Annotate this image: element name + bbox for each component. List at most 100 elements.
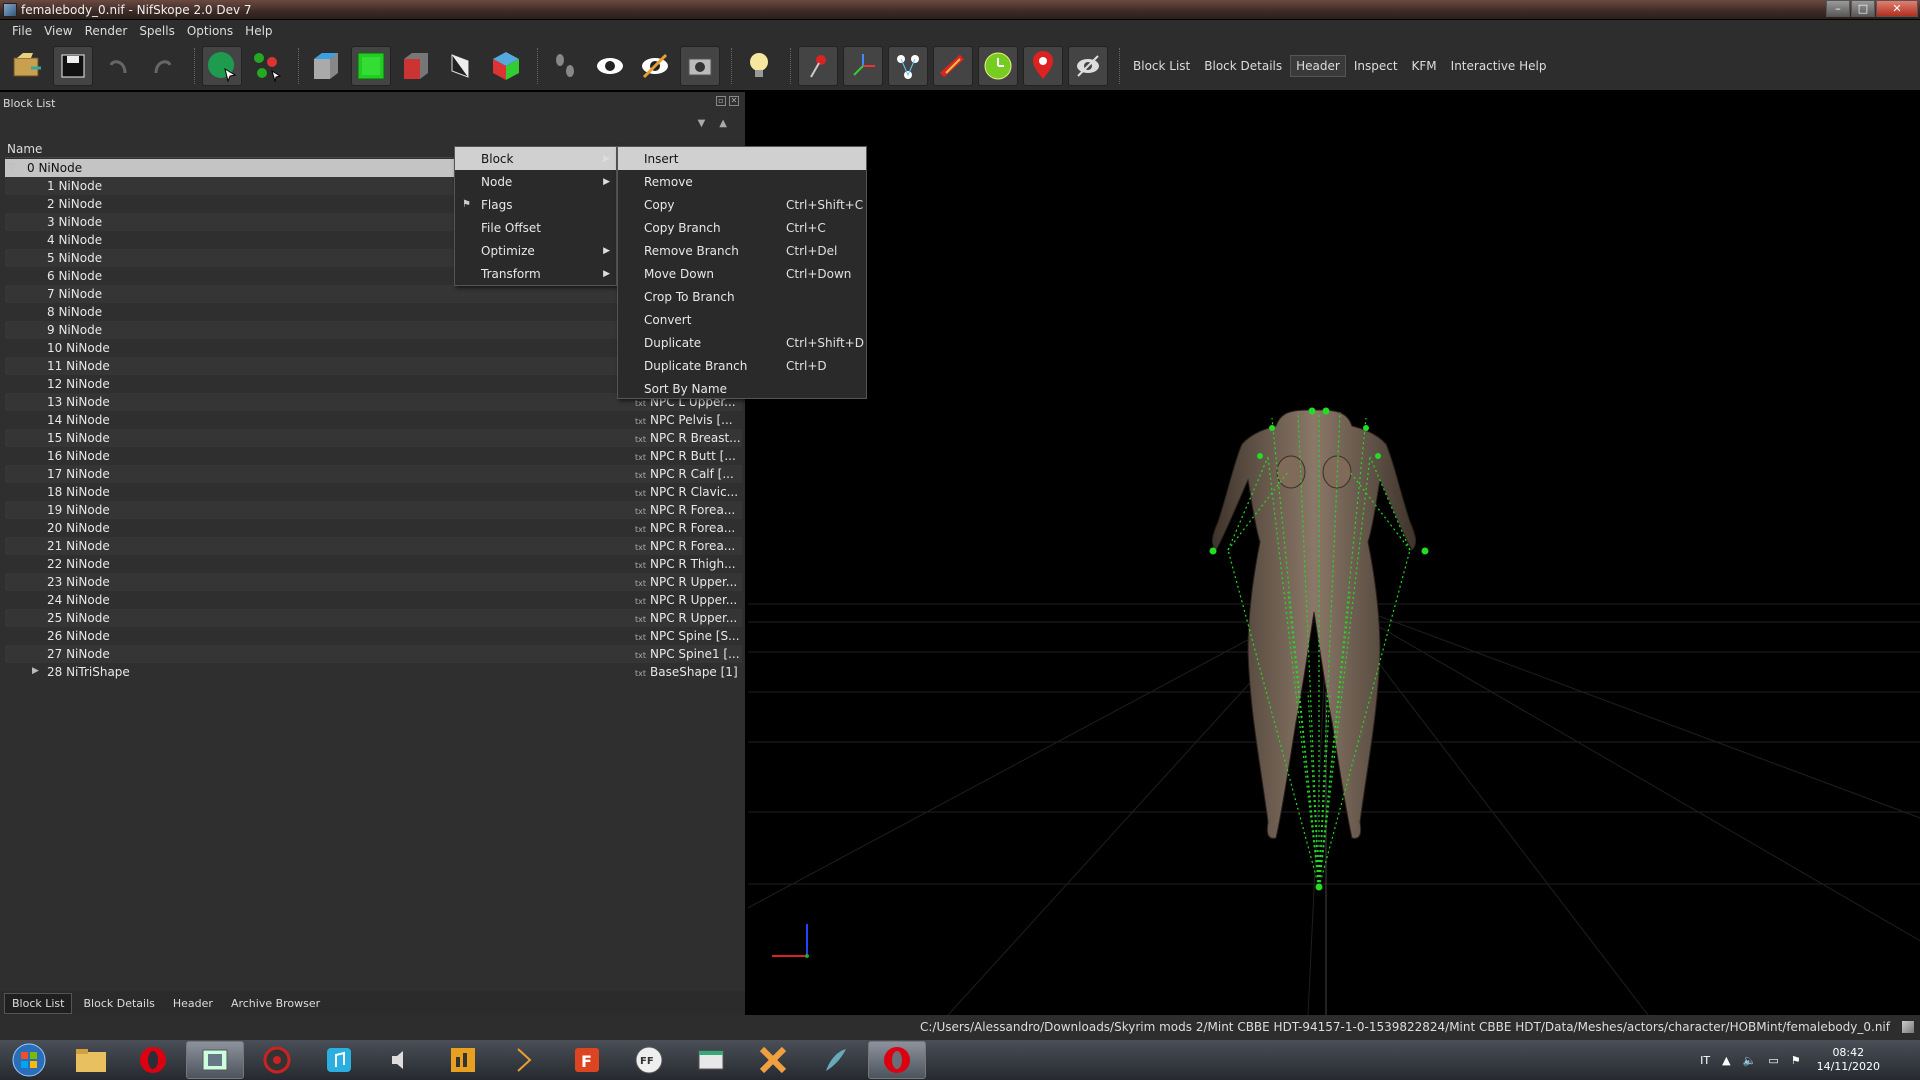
submenu-item-move-down[interactable]: Move Down Ctrl+Down [618, 262, 866, 285]
tab-header[interactable]: Header [1290, 55, 1346, 77]
opera-active-icon[interactable] [868, 1041, 926, 1079]
show-hidden-icons-icon[interactable]: ▲ [1722, 1054, 1730, 1067]
menu-item-flags[interactable]: ⚑ Flags [455, 193, 616, 216]
collapse-twisty-icon[interactable]: ▶ [32, 666, 39, 676]
tree-row[interactable]: ▶ 28 NiTriShape txt BaseShape [1] [5, 663, 742, 681]
float-panel-button[interactable]: ▫ [716, 96, 726, 106]
submenu-item-crop-to-branch[interactable]: Crop To Branch [618, 285, 866, 308]
menu-item-transform[interactable]: Transform ▶ [455, 262, 616, 285]
submenu-item-convert[interactable]: Convert [618, 308, 866, 331]
save-icon[interactable] [53, 46, 93, 86]
start-icon[interactable] [0, 1041, 58, 1079]
select-object-icon[interactable] [202, 46, 242, 86]
clock[interactable]: 08:42 14/11/2020 [1817, 1046, 1880, 1074]
vs-icon[interactable] [496, 1041, 554, 1079]
tree-row[interactable]: 15 NiNode txt NPC R Breast... [5, 429, 742, 447]
audio-icon[interactable] [372, 1041, 430, 1079]
tree-row[interactable]: 24 NiNode txt NPC R Upper... [5, 591, 742, 609]
menu-file[interactable]: File [6, 24, 38, 38]
bottom-tab-archive-browser[interactable]: Archive Browser [224, 994, 327, 1013]
tree-row[interactable]: 25 NiNode txt NPC R Upper... [5, 609, 742, 627]
maximize-button[interactable]: □ [1851, 0, 1875, 17]
submenu-item-sort-by-name[interactable]: Sort By Name [618, 377, 866, 400]
clock-icon[interactable] [978, 46, 1018, 86]
color-cube-icon[interactable] [486, 46, 526, 86]
redo-icon[interactable] [143, 46, 183, 86]
footprints-icon[interactable] [545, 46, 585, 86]
tree-row[interactable]: 26 NiNode txt NPC Spine [S... [5, 627, 742, 645]
column-name-header[interactable]: Name [5, 142, 42, 156]
opera-icon[interactable] [124, 1041, 182, 1079]
scroll-down-icon[interactable]: ▼ [698, 118, 706, 129]
lighting-view-icon[interactable] [396, 46, 436, 86]
submenu-item-duplicate[interactable]: Duplicate Ctrl+Shift+D [618, 331, 866, 354]
submenu-item-copy[interactable]: Copy Ctrl+Shift+C [618, 193, 866, 216]
tab-block-details[interactable]: Block Details [1198, 55, 1288, 77]
window-app-icon[interactable] [682, 1041, 740, 1079]
tab-interactive-help[interactable]: Interactive Help [1445, 55, 1553, 77]
menu-item-file-offset[interactable]: File Offset [455, 216, 616, 239]
select-vertex-icon[interactable] [247, 46, 287, 86]
submenu-item-duplicate-branch[interactable]: Duplicate Branch Ctrl+D [618, 354, 866, 377]
textured-view-icon[interactable] [351, 46, 391, 86]
ffdec-icon[interactable]: FF [620, 1041, 678, 1079]
feather-icon[interactable] [806, 1041, 864, 1079]
nodes-icon[interactable] [888, 46, 928, 86]
pin-icon[interactable] [798, 46, 838, 86]
language-indicator[interactable]: IT [1700, 1054, 1710, 1067]
close-panel-button[interactable]: ✕ [729, 96, 739, 106]
tree-row[interactable]: 16 NiNode txt NPC R Butt [... [5, 447, 742, 465]
resize-grip-icon[interactable] [1902, 1021, 1914, 1033]
menu-view[interactable]: View [38, 24, 78, 38]
tree-row[interactable]: 14 NiNode txt NPC Pelvis [... [5, 411, 742, 429]
tree-row[interactable]: 18 NiNode txt NPC R Clavic... [5, 483, 742, 501]
menu-help[interactable]: Help [239, 24, 278, 38]
render-viewport[interactable] [748, 92, 1920, 1015]
tab-block-list[interactable]: Block List [1127, 55, 1196, 77]
menu-options[interactable]: Options [181, 24, 239, 38]
chart-app-icon[interactable] [434, 1041, 492, 1079]
load-icon[interactable] [8, 46, 48, 86]
bottom-tab-block-details[interactable]: Block Details [76, 994, 161, 1013]
bottom-tab-header[interactable]: Header [166, 994, 220, 1013]
close-button[interactable]: ✕ [1876, 0, 1918, 17]
axes-icon[interactable] [843, 46, 883, 86]
wireframe-icon[interactable] [441, 46, 481, 86]
tree-row[interactable]: 19 NiNode txt NPC R Forea... [5, 501, 742, 519]
x-app-icon[interactable] [744, 1041, 802, 1079]
constraints-icon[interactable] [933, 46, 973, 86]
media-icon[interactable] [186, 1041, 244, 1079]
scroll-up-icon[interactable]: ▲ [719, 118, 727, 129]
action-center-flag-icon[interactable]: ⚑ [1791, 1054, 1801, 1067]
eye-hidden-icon[interactable] [635, 46, 675, 86]
tree-row[interactable]: 17 NiNode txt NPC R Calf [... [5, 465, 742, 483]
menu-item-block[interactable]: Block ▶ [455, 147, 616, 170]
music-icon[interactable] [310, 1041, 368, 1079]
fraps-icon[interactable]: F [558, 1041, 616, 1079]
submenu-item-insert[interactable]: Insert [618, 147, 866, 170]
menu-spells[interactable]: Spells [133, 24, 181, 38]
solid-view-icon[interactable] [306, 46, 346, 86]
tree-row[interactable]: 20 NiNode txt NPC R Forea... [5, 519, 742, 537]
expand-twisty-icon[interactable]: ▽ [9, 162, 16, 172]
submenu-item-remove[interactable]: Remove [618, 170, 866, 193]
submenu-item-copy-branch[interactable]: Copy Branch Ctrl+C [618, 216, 866, 239]
light-bulb-icon[interactable] [739, 46, 779, 86]
hidden-icon[interactable] [1068, 46, 1108, 86]
volume-icon[interactable]: 🔈 [1743, 1054, 1757, 1067]
tree-row[interactable]: 23 NiNode txt NPC R Upper... [5, 573, 742, 591]
screenshot-icon[interactable] [680, 46, 720, 86]
minimize-button[interactable]: – [1826, 0, 1850, 17]
undo-icon[interactable] [98, 46, 138, 86]
menu-render[interactable]: Render [79, 24, 134, 38]
marker-icon[interactable] [1023, 46, 1063, 86]
tab-inspect[interactable]: Inspect [1348, 55, 1404, 77]
tree-row[interactable]: 21 NiNode txt NPC R Forea... [5, 537, 742, 555]
bottom-tab-block-list[interactable]: Block List [4, 992, 73, 1014]
submenu-item-remove-branch[interactable]: Remove Branch Ctrl+Del [618, 239, 866, 262]
tree-row[interactable]: 27 NiNode txt NPC Spine1 [... [5, 645, 742, 663]
tab-kfm[interactable]: KFM [1406, 55, 1443, 77]
network-icon[interactable]: ▭ [1768, 1054, 1778, 1067]
explorer-icon[interactable] [62, 1041, 120, 1079]
gear-app-icon[interactable] [248, 1041, 306, 1079]
